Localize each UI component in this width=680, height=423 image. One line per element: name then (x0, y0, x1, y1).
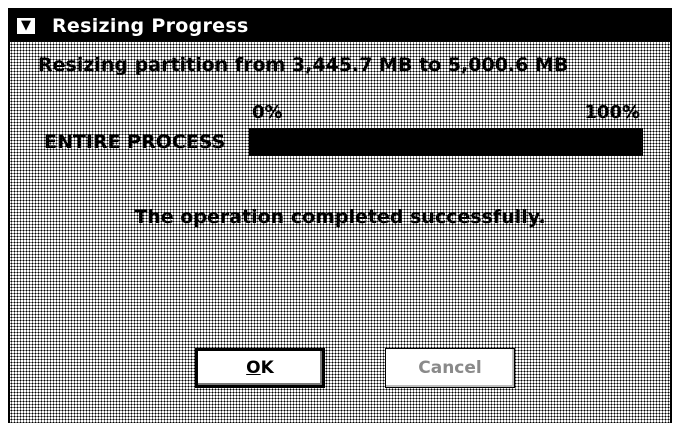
resize-message: Resizing partition from 3,445.7 MB to 5,… (38, 54, 569, 76)
system-menu-icon[interactable]: ▼ (16, 17, 36, 35)
entire-process-progress-bar (249, 128, 643, 156)
ok-button[interactable]: OK (195, 348, 325, 388)
resizing-progress-dialog: ▼ Resizing Progress Resizing partition f… (8, 8, 672, 423)
progress-start-label: 0% (252, 102, 283, 123)
window-title: Resizing Progress (52, 15, 249, 37)
entire-process-label: ENTIRE PROCESS (44, 131, 226, 153)
progress-bar-fill (251, 130, 641, 154)
status-message: The operation completed successfully. (134, 206, 546, 228)
title-bar[interactable]: ▼ Resizing Progress (10, 10, 670, 42)
progress-end-label: 100% (584, 102, 640, 123)
cancel-button: Cancel (385, 348, 515, 388)
ok-label-rest: K (260, 358, 274, 378)
ok-mnemonic: O (246, 358, 261, 378)
